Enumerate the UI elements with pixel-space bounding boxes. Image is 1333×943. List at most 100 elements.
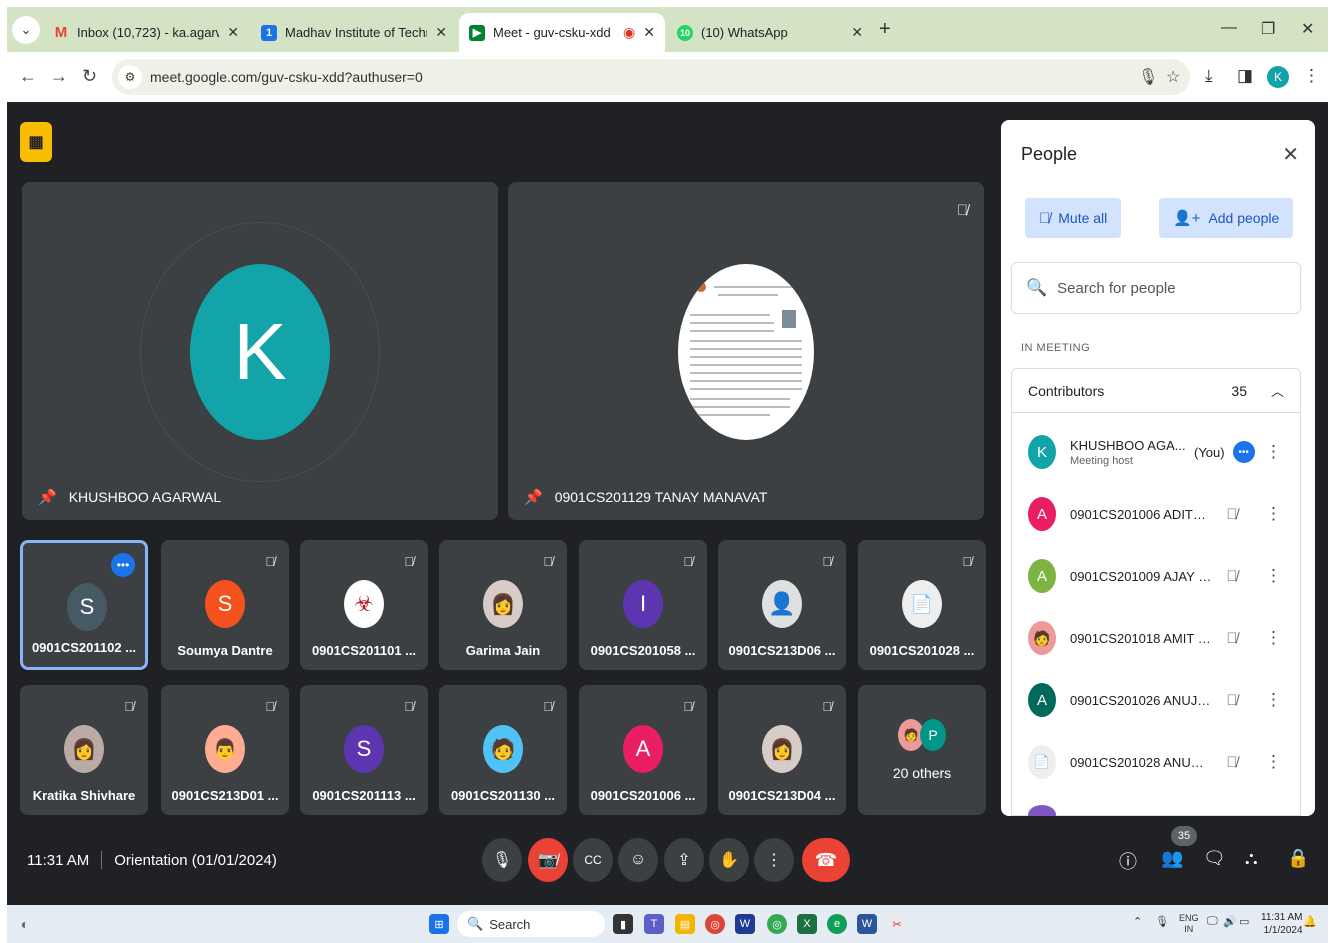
host-controls-icon[interactable]: 🔒	[1287, 848, 1309, 869]
contributors-header[interactable]: Contributors 35 ︿	[1012, 369, 1300, 413]
participant-tile[interactable]: 🎙̸ A 0901CS201006 ...	[579, 685, 707, 815]
participant-row[interactable]: A 0901CS201006 ADITYA ... 🎙̸ ⋮	[1012, 483, 1300, 545]
site-info-icon[interactable]: ⚙	[118, 65, 142, 89]
restore-icon[interactable]: ❐	[1261, 19, 1275, 39]
participant-tile[interactable]: 🎙̸ I 0901CS201058 ...	[579, 540, 707, 670]
camera-off-button[interactable]: 📷̸	[528, 838, 568, 882]
participant-tile[interactable]: 🎙̸ S Soumya Dantre	[161, 540, 289, 670]
more-options-icon[interactable]: ⋮	[1265, 442, 1282, 462]
network-icon[interactable]: 🖵	[1207, 915, 1218, 928]
chevron-up-icon[interactable]: ︿	[1271, 381, 1284, 400]
no-camera-badge-icon[interactable]: ▦	[20, 122, 52, 162]
back-icon[interactable]: ←	[19, 66, 37, 87]
pin-icon[interactable]: 📌	[38, 488, 57, 506]
meeting-details-icon[interactable]: ⓘ	[1119, 848, 1137, 874]
download-icon[interactable]: ⤓	[1205, 66, 1213, 86]
reload-icon[interactable]: ↻	[82, 66, 97, 87]
participant-tile[interactable]: 🎙̸ 🧑 0901CS201130 ...	[439, 685, 567, 815]
tab-search-dropdown-icon[interactable]: ⌄	[12, 16, 40, 44]
side-panel-icon[interactable]: ◨	[1237, 66, 1253, 86]
tray-mic-icon[interactable]: 🎙	[1155, 915, 1169, 928]
tab-meet[interactable]: ▶ Meet - guv-csku-xdd ◉ ✕	[459, 13, 665, 52]
edge-icon[interactable]: e	[827, 914, 847, 934]
word-icon[interactable]: W	[857, 914, 877, 934]
present-button[interactable]: ⇪	[664, 838, 704, 882]
participant-tile[interactable]: 🎙̸ 📄 0901CS201028 ...	[858, 540, 986, 670]
close-window-icon[interactable]: ✕	[1301, 19, 1314, 39]
chrome-profile-icon[interactable]: ◎	[767, 914, 787, 934]
close-tab-icon[interactable]: ✕	[643, 24, 655, 41]
chrome-icon[interactable]: ◎	[705, 914, 725, 934]
tab-madhav[interactable]: 1 Madhav Institute of Technology ✕	[251, 13, 457, 52]
add-people-button[interactable]: 👤+ Add people	[1159, 198, 1294, 238]
volume-icon[interactable]: 🔊	[1223, 915, 1237, 928]
mute-all-button[interactable]: 🎙̸ Mute all	[1025, 198, 1122, 238]
chat-icon[interactable]: 🗨	[1203, 848, 1226, 869]
notification-bell-icon[interactable]: 🔔	[1303, 915, 1317, 928]
close-tab-icon[interactable]: ✕	[227, 24, 239, 41]
microphone-icon[interactable]: 🎙	[1138, 67, 1158, 87]
system-clock[interactable]: 11:31 AM 1/1/2024	[1261, 911, 1303, 937]
close-tab-icon[interactable]: ✕	[435, 24, 447, 41]
excel-icon[interactable]: X	[797, 914, 817, 934]
people-icon[interactable]: 👥	[1161, 848, 1183, 869]
more-options-icon[interactable]: ⋮	[1265, 752, 1282, 772]
raise-hand-button[interactable]: ✋	[709, 838, 749, 882]
participant-tile[interactable]: 🎙̸ 👩 0901CS213D04 ...	[718, 685, 846, 815]
task-view-icon[interactable]: ▮	[613, 914, 633, 934]
pin-icon[interactable]: 📌	[524, 488, 543, 506]
hand-icon: ✋	[719, 852, 739, 869]
snipping-tool-icon[interactable]: ✂	[887, 914, 907, 934]
reactions-button[interactable]: ☺	[618, 838, 658, 882]
bookmark-star-icon[interactable]: ☆	[1166, 67, 1180, 87]
start-windows-icon[interactable]: ⊞	[429, 914, 449, 934]
more-options-button[interactable]: ⋮	[754, 838, 794, 882]
teams-icon[interactable]: T	[644, 914, 664, 934]
leave-call-button[interactable]: ☎	[802, 838, 850, 882]
profile-avatar[interactable]: K	[1267, 66, 1289, 88]
tab-whatsapp[interactable]: 10 (10) WhatsApp ✕	[667, 13, 873, 52]
avatar: S	[67, 583, 107, 631]
participant-tile[interactable]: 🎙̸ 👤 0901CS213D06 ...	[718, 540, 846, 670]
participant-row[interactable]: K KHUSHBOO AGA... Meeting host (You) •••…	[1012, 421, 1300, 483]
others-tile[interactable]: 🧑 P 20 others	[858, 685, 986, 815]
close-icon[interactable]: ✕	[1282, 142, 1299, 167]
mic-off-icon: 🎙̸	[1226, 753, 1238, 771]
participant-row[interactable]: 📄 0901CS201028 ANURA... 🎙̸ ⋮	[1012, 731, 1300, 793]
tab-gmail[interactable]: M Inbox (10,723) - ka.agarwals@m ✕	[43, 13, 249, 52]
mic-off-icon: 🎙̸	[265, 554, 275, 569]
participant-tile[interactable]: ••• S 0901CS201102 ...	[20, 540, 148, 670]
participant-tile[interactable]: 🎙̸ 👩 Kratika Shivhare	[20, 685, 148, 815]
search-people-input[interactable]: 🔍 Search for people	[1011, 262, 1301, 314]
pinned-tile-tanay[interactable]: 🎙̸ 📌 0901CS201129 TANAY MANAVAT	[508, 182, 984, 520]
language-indicator[interactable]: ENG IN	[1179, 913, 1199, 935]
more-options-icon[interactable]: ⋮	[1265, 628, 1282, 648]
taskbar-search[interactable]: 🔍 Search	[457, 911, 605, 937]
more-options-icon[interactable]: ⋮	[1265, 566, 1282, 586]
battery-icon[interactable]: ▭	[1239, 915, 1249, 928]
participant-tile[interactable]: 🎙̸ S 0901CS201113 ...	[300, 685, 428, 815]
weather-icon[interactable]: ◐	[15, 914, 35, 934]
tray-overflow-icon[interactable]: ⌃	[1133, 915, 1142, 928]
participant-tile[interactable]: 🎙̸ 👩 Garima Jain	[439, 540, 567, 670]
participant-row[interactable]: A 0901CS201009 AJAY SI... 🎙̸ ⋮	[1012, 545, 1300, 607]
app-icon[interactable]: W	[735, 914, 755, 934]
participant-row[interactable]: A 0901CS201026 ANUJ G... 🎙̸ ⋮	[1012, 669, 1300, 731]
participant-tile[interactable]: 🎙̸ 👨 0901CS213D01 ...	[161, 685, 289, 815]
microphone-button[interactable]: 🎙	[482, 838, 522, 882]
activities-icon[interactable]: ⛬	[1245, 848, 1258, 869]
more-options-icon[interactable]: •••	[111, 553, 135, 577]
participant-row[interactable]: 🧑 0901CS201018 AMIT KU... 🎙̸ ⋮	[1012, 607, 1300, 669]
more-options-icon[interactable]: ⋮	[1265, 504, 1282, 524]
minimize-icon[interactable]: —	[1221, 19, 1237, 37]
browser-menu-icon[interactable]: ⋮	[1303, 66, 1320, 86]
forward-icon[interactable]: →	[50, 66, 68, 87]
participant-tile[interactable]: 🎙̸ ☣ 0901CS201101 ...	[300, 540, 428, 670]
pinned-tile-host[interactable]: K 📌 KHUSHBOO AGARWAL	[22, 182, 498, 520]
more-options-icon[interactable]: ⋮	[1265, 690, 1282, 710]
new-tab-icon[interactable]: +	[879, 18, 891, 41]
close-tab-icon[interactable]: ✕	[851, 24, 863, 41]
captions-button[interactable]: CC	[573, 838, 613, 882]
omnibox[interactable]: ⚙ meet.google.com/guv-csku-xdd?authuser=…	[112, 59, 1190, 95]
file-explorer-icon[interactable]: ▤	[675, 914, 695, 934]
